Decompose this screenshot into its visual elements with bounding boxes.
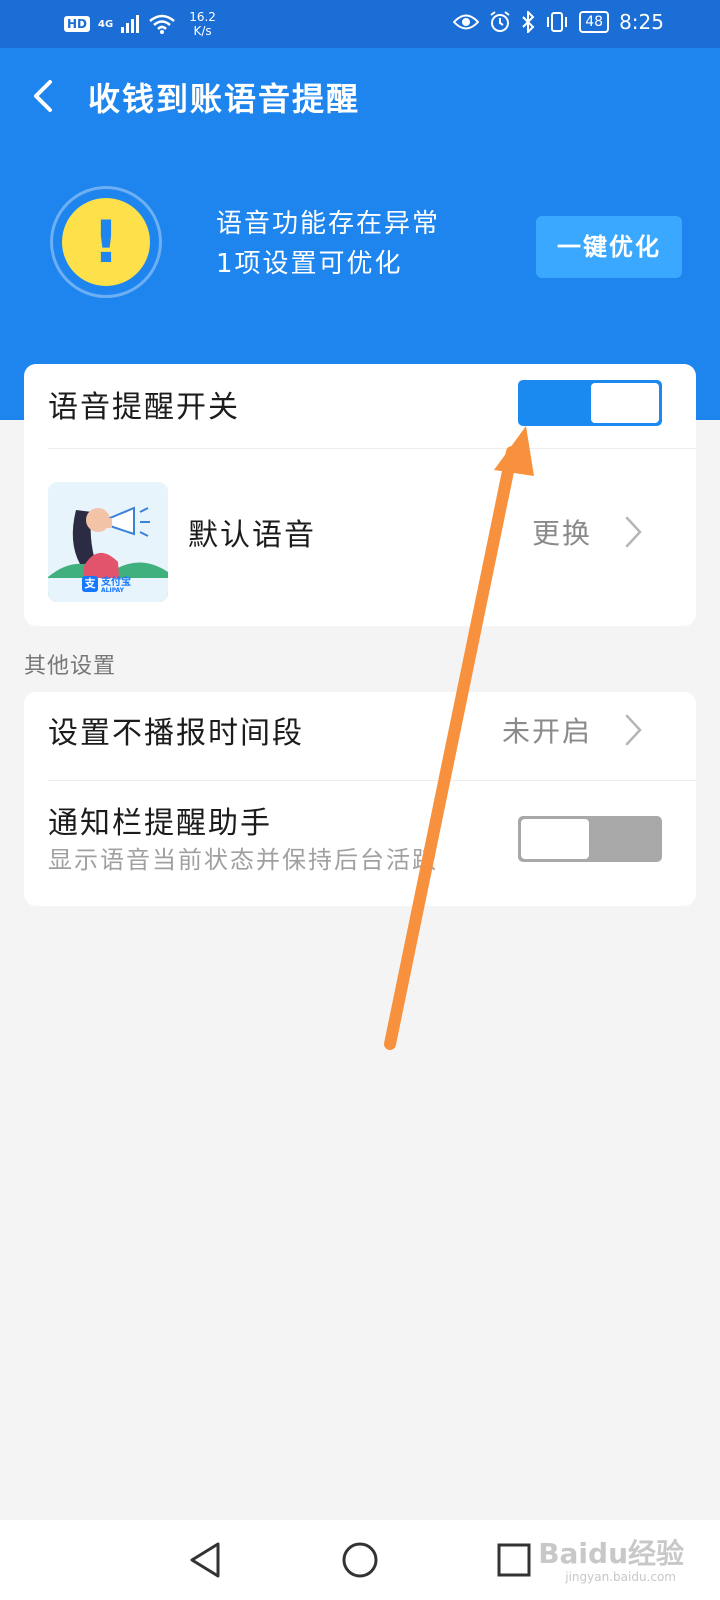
voice-card: 语音提醒开关 支 支付宝 ALIPAY 默认语音 更换 [24,364,696,626]
other-settings-card: 设置不播报时间段 未开启 通知栏提醒助手 显示语音当前状态并保持后台活跃 [24,692,696,906]
toggle-knob [521,819,589,859]
alipay-icon: 支 [82,575,98,592]
notify-helper-description: 显示语音当前状态并保持后台活跃 [48,846,438,874]
status-right: 48 8:25 [453,10,664,34]
voice-thumbnail: 支 支付宝 ALIPAY [48,482,168,602]
nav-back-button[interactable] [184,1538,228,1582]
divider [48,780,696,781]
net-speed-unit: K/s [193,24,212,38]
notify-helper-label: 通知栏提醒助手 [48,806,272,841]
warning-line-2: 1项设置可优化 [216,249,403,279]
voice-switch-label: 语音提醒开关 [48,390,240,425]
chevron-right-icon[interactable] [624,712,644,748]
alipay-brand-sub: ALIPAY [101,587,124,594]
alarm-icon [490,11,510,32]
one-click-optimize-button[interactable]: 一键优化 [536,216,682,278]
watermark-logo: Baidu经验 [538,1537,684,1570]
system-nav-bar: Baidu经验 jingyan.baidu.com [0,1520,720,1600]
network-type: 4G [98,18,114,30]
back-button[interactable] [22,72,66,120]
change-voice-link[interactable]: 更换 [532,512,592,552]
hd-badge: HD [64,16,91,32]
divider [48,448,696,449]
chevron-left-icon [34,80,52,112]
chevron-right-icon[interactable] [624,514,644,550]
voice-switch-toggle[interactable] [518,380,662,426]
battery-indicator: 48 [579,11,610,33]
cell-signal-icon [121,15,140,33]
warning-badge: ! [50,186,162,298]
vibrate-icon [547,12,568,32]
status-bar: HD 4G 16.2 K/s 48 8:25 [0,0,720,48]
clock: 8:25 [619,10,664,34]
net-speed-value: 16.2 [189,10,216,24]
alipay-logo: 支 支付宝 ALIPAY [82,573,131,594]
nav-recents-button[interactable] [492,1538,536,1582]
notify-helper-toggle[interactable] [518,816,662,862]
default-voice-label: 默认语音 [188,518,316,553]
net-speed: 16.2 K/s [189,10,216,38]
warning-circle: ! [62,198,150,286]
no-broadcast-value[interactable]: 未开启 [502,710,592,750]
no-broadcast-label[interactable]: 设置不播报时间段 [48,708,304,752]
status-left: HD 4G 16.2 K/s [64,10,216,38]
wifi-icon [149,14,175,34]
toggle-knob [591,383,659,423]
alipay-logo-text: 支付宝 ALIPAY [101,573,131,594]
section-other-settings: 其他设置 [24,654,117,679]
page-title: 收钱到账语音提醒 [88,80,361,118]
warning-line-1: 语音功能存在异常 [216,209,441,239]
nav-home-button[interactable] [338,1538,382,1582]
warning-message: 语音功能存在异常 1项设置可优化 [216,204,440,284]
app-header: 收钱到账语音提醒 [0,48,720,144]
bluetooth-icon [522,11,535,33]
watermark-url: jingyan.baidu.com [565,1570,676,1584]
exclamation-icon: ! [92,208,120,276]
eye-icon [453,14,480,30]
